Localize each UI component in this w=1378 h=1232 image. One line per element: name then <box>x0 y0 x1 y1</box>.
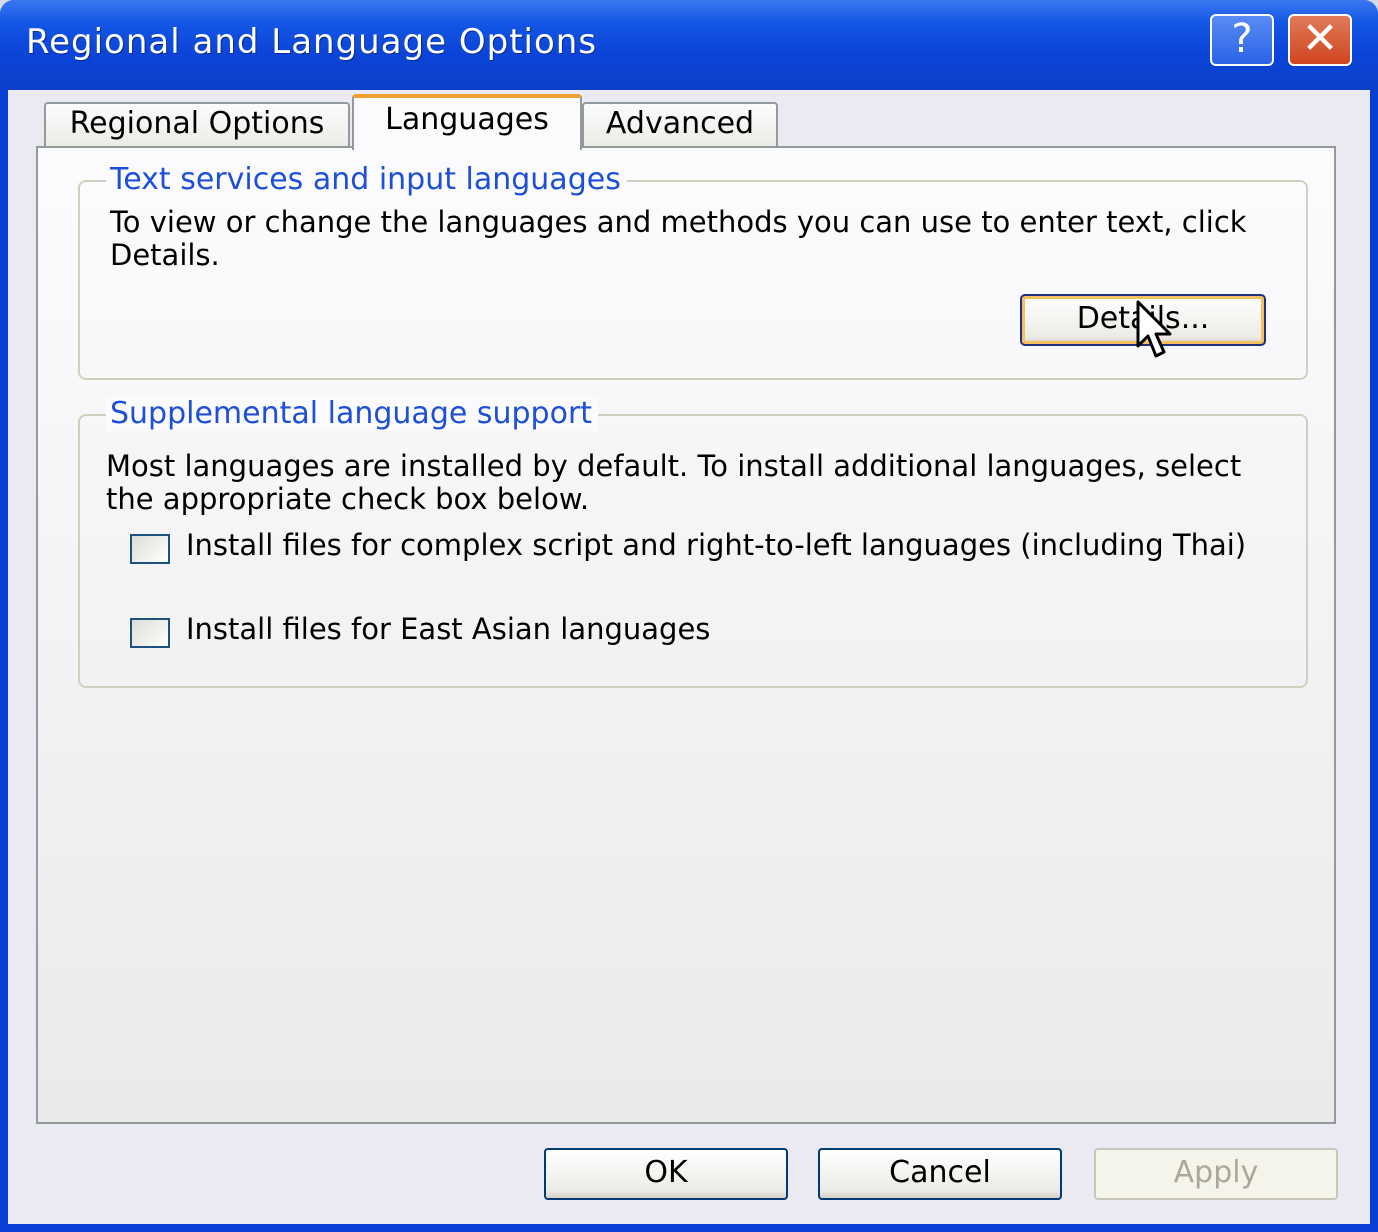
text-services-description: To view or change the languages and meth… <box>110 205 1247 272</box>
close-button[interactable]: ✕ <box>1288 14 1352 66</box>
supplemental-language-group: Supplemental language support Most langu… <box>78 396 1308 688</box>
title-bar[interactable]: Regional and Language Options ? ✕ <box>0 0 1378 90</box>
text-services-group: Text services and input languages To vie… <box>78 162 1308 380</box>
supplemental-description: Most languages are installed by default.… <box>106 449 1242 516</box>
supplemental-heading: Supplemental language support <box>106 396 599 431</box>
text-services-heading: Text services and input languages <box>106 162 627 197</box>
mouse-pointer-icon <box>1136 300 1172 358</box>
complex-script-label[interactable]: Install files for complex script and rig… <box>186 528 1266 562</box>
help-button[interactable]: ? <box>1210 14 1274 66</box>
tab-advanced[interactable]: Advanced <box>582 102 778 146</box>
complex-script-checkbox[interactable] <box>130 534 170 564</box>
dialog-window: Regional and Language Options ? ✕ Region… <box>0 0 1378 1232</box>
east-asian-label[interactable]: Install files for East Asian languages <box>186 612 1266 646</box>
window-title: Regional and Language Options <box>26 22 598 62</box>
languages-tab-panel: Text services and input languages To vie… <box>36 146 1336 1124</box>
tab-regional-options[interactable]: Regional Options <box>44 102 350 146</box>
dialog-body: Regional Options Languages Advanced Text… <box>8 90 1370 1224</box>
cancel-button[interactable]: Cancel <box>818 1148 1062 1200</box>
tab-languages[interactable]: Languages <box>352 94 582 150</box>
ok-button[interactable]: OK <box>544 1148 788 1200</box>
east-asian-checkbox[interactable] <box>130 618 170 648</box>
apply-button[interactable]: Apply <box>1094 1148 1338 1200</box>
